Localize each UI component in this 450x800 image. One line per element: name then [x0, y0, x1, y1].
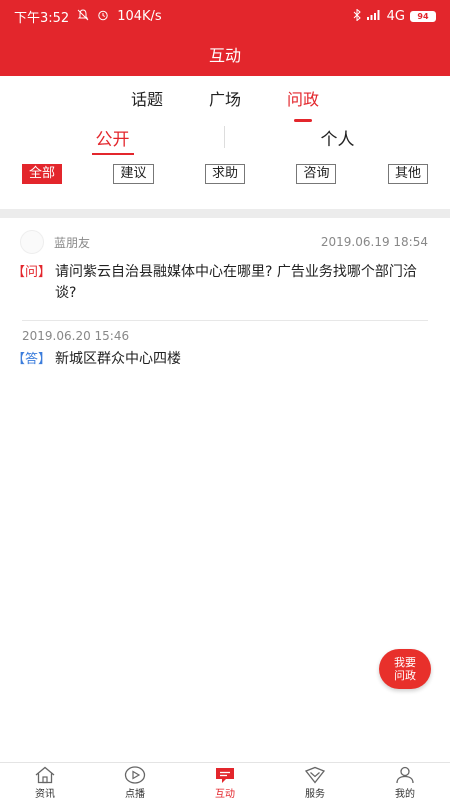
alarm-icon [97, 9, 109, 23]
home-icon [34, 766, 56, 784]
nav-mine[interactable]: 我的 [360, 763, 450, 800]
chat-icon [214, 766, 236, 784]
card-header: 蓝朋友 2019.06.19 18:54 [0, 228, 450, 256]
sub-tabs: 公开 个人 [0, 122, 450, 155]
question-time: 2019.06.19 18:54 [320, 235, 428, 249]
answer-text: 新城区群众中心四楼 [55, 351, 182, 367]
top-tabs: 话题 广场 问政 [0, 76, 450, 122]
network-speed: 104K/s [117, 8, 162, 24]
subtab-personal[interactable]: 个人 [225, 125, 450, 150]
battery-icon: 94 [410, 10, 436, 22]
answer-row: 【答】 新城区群众中心四楼 [0, 349, 450, 370]
ask-wenzheng-button[interactable]: 我要 问政 [379, 649, 431, 689]
battery-level: 94 [417, 11, 429, 21]
qa-card[interactable]: 蓝朋友 2019.06.19 18:54 【问】 请问紫云自治县融媒体中心在哪里… [0, 228, 450, 370]
nav-vod-label: 点播 [125, 789, 145, 800]
tab-wenzheng[interactable]: 问政 [287, 80, 319, 122]
status-bar: 下午3:52 104K/s 4G 94 [0, 0, 450, 32]
answer-time: 2019.06.20 15:46 [22, 329, 130, 343]
filter-suggestion[interactable]: 建议 [113, 164, 154, 184]
nav-news[interactable]: 资讯 [0, 763, 90, 800]
page-title: 互动 [0, 32, 450, 76]
avatar [20, 230, 44, 254]
question-tag: 【问】 [12, 265, 52, 280]
nav-service-label: 服务 [305, 789, 325, 800]
filter-other[interactable]: 其他 [387, 164, 428, 184]
fab-line1: 我要 [394, 656, 416, 669]
tab-square[interactable]: 广场 [209, 80, 241, 116]
filter-consult[interactable]: 咨询 [296, 164, 337, 184]
question-row: 【问】 请问紫云自治县融媒体中心在哪里? 广告业务找哪个部门洽谈? [0, 262, 450, 304]
filter-help[interactable]: 求助 [204, 164, 245, 184]
play-icon [124, 766, 146, 784]
tab-topic[interactable]: 话题 [131, 80, 163, 116]
filter-all[interactable]: 全部 [22, 164, 63, 184]
bottom-nav: 资讯 点播 互动 服务 我的 [0, 762, 450, 800]
bluetooth-icon [353, 8, 361, 23]
section-divider [0, 209, 450, 218]
network-type: 4G [386, 8, 405, 24]
service-icon [304, 766, 326, 784]
fab-line2: 问政 [394, 669, 416, 682]
mute-bell-icon [77, 9, 89, 23]
filter-bar: 全部 建议 求助 咨询 其他 [22, 164, 428, 184]
user-icon [394, 766, 416, 784]
nav-news-label: 资讯 [35, 789, 55, 800]
username: 蓝朋友 [54, 235, 91, 250]
subtab-divider [224, 126, 225, 148]
answer-tag: 【答】 [12, 352, 52, 367]
nav-interact-label: 互动 [215, 789, 235, 800]
nav-vod[interactable]: 点播 [90, 763, 180, 800]
nav-service[interactable]: 服务 [270, 763, 360, 800]
subtab-personal-label: 个人 [320, 129, 355, 150]
nav-mine-label: 我的 [395, 789, 415, 800]
subtab-public[interactable]: 公开 [0, 125, 225, 155]
subtab-public-label: 公开 [91, 129, 134, 155]
question-text: 请问紫云自治县融媒体中心在哪里? 广告业务找哪个部门洽谈? [55, 264, 417, 301]
status-time: 下午3:52 [14, 10, 70, 26]
signal-icon [366, 9, 382, 23]
nav-interact[interactable]: 互动 [180, 763, 270, 800]
